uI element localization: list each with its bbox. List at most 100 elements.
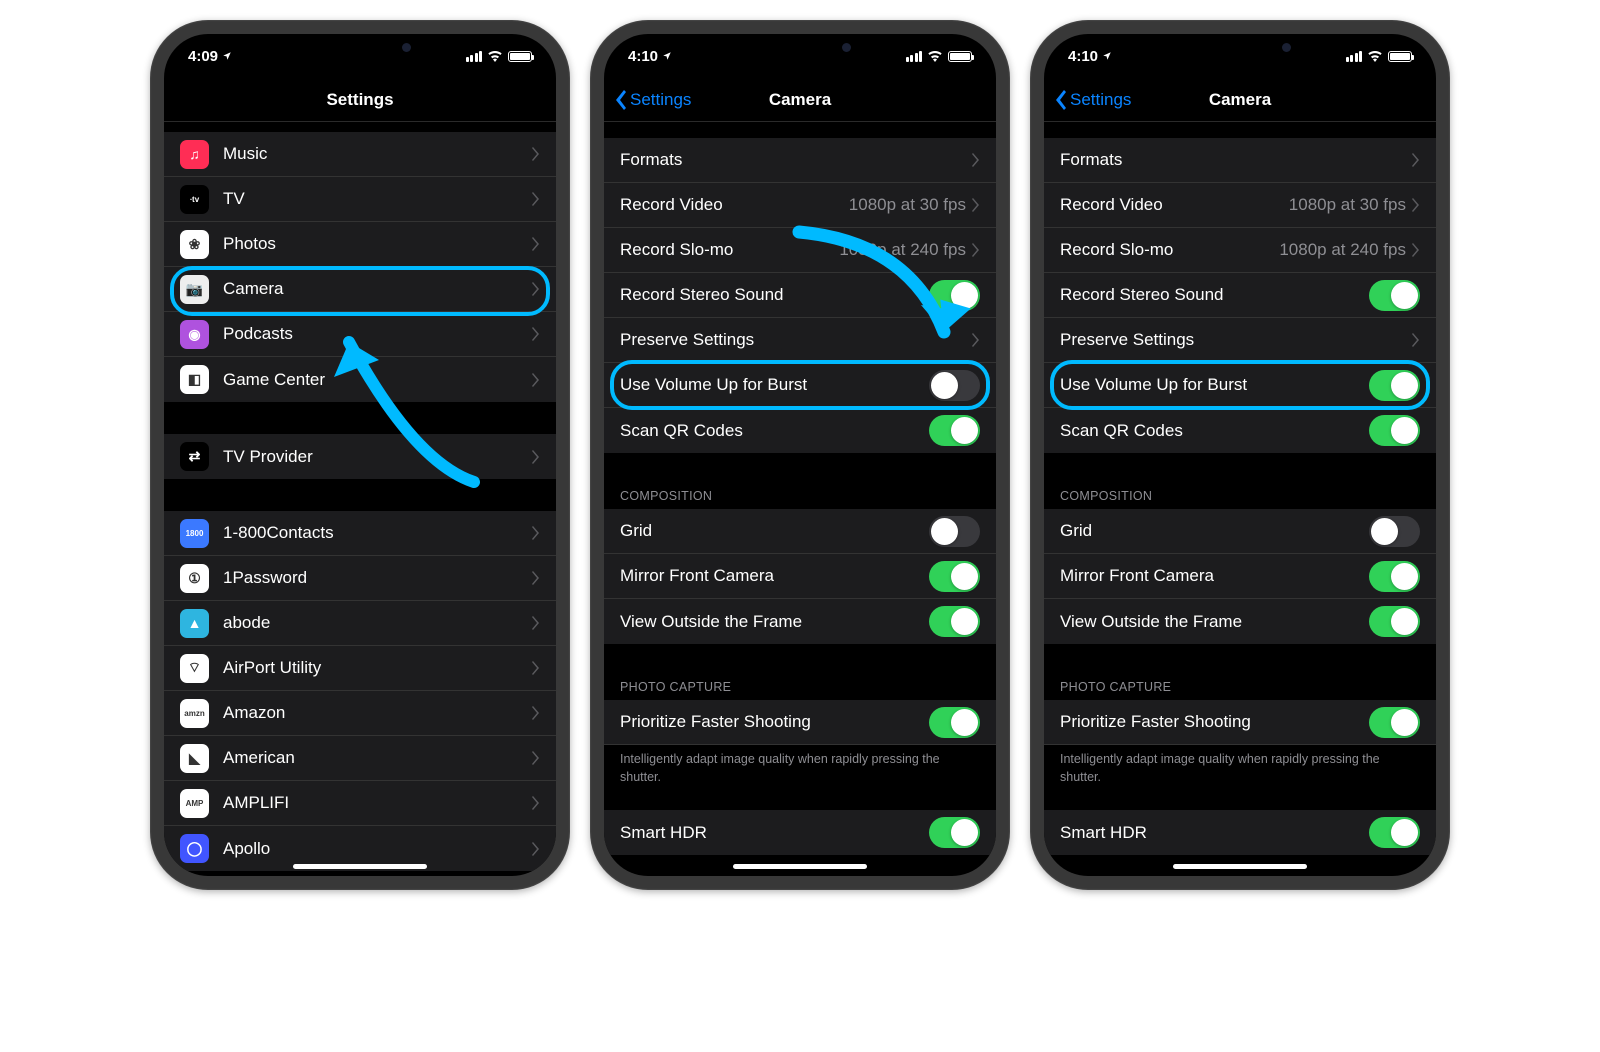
row-view-outside[interactable]: View Outside the Frame [1044,599,1436,644]
settings-row-camera[interactable]: 📷Camera [164,267,556,312]
home-indicator[interactable] [293,864,427,869]
row-smart-hdr[interactable]: Smart HDR [604,810,996,855]
row-label: 1Password [223,568,532,588]
row-record-slomo[interactable]: Record Slo-mo1080p at 240 fps [604,228,996,273]
chevron-right-icon [972,153,980,167]
row-grid[interactable]: Grid [604,509,996,554]
row-scan-qr[interactable]: Scan QR Codes [1044,408,1436,453]
status-time: 4:09 [188,48,218,65]
row-formats[interactable]: Formats [1044,138,1436,183]
toggle-grid[interactable] [1369,516,1420,547]
back-button[interactable]: Settings [604,90,691,110]
chevron-left-icon [1054,90,1066,110]
settings-row-podcasts[interactable]: ◉ Podcasts [164,312,556,357]
row-record-stereo[interactable]: Record Stereo Sound [604,273,996,318]
settings-row-tv[interactable]: ∙tvTV [164,177,556,222]
settings-list[interactable]: ♫Music∙tvTV❀Photos📷Camera ◉ Podcasts ◧Game … [164,122,556,876]
chevron-right-icon [532,327,540,341]
chevron-right-icon [972,333,980,347]
page-title: Settings [164,90,556,110]
toggle-volume-burst[interactable] [1369,370,1420,401]
signal-icon [1346,51,1363,62]
toggle-view-outside[interactable] [929,606,980,637]
row-label: TV [223,189,532,209]
row-record-stereo[interactable]: Record Stereo Sound [1044,273,1436,318]
settings-row-gamecenter[interactable]: ◧Game Center [164,357,556,402]
settings-row-abode[interactable]: ▲abode [164,601,556,646]
toggle-mirror-front[interactable] [1369,561,1420,592]
section-header-composition: COMPOSITION [1044,483,1436,509]
chevron-right-icon [532,450,540,464]
row-mirror-front[interactable]: Mirror Front Camera [604,554,996,599]
app-icon: ⇄ [180,442,209,471]
row-preserve-settings[interactable]: Preserve Settings [604,318,996,363]
chevron-right-icon [532,571,540,585]
wifi-icon [487,50,503,62]
settings-row-amazon[interactable]: amzn Amazon [164,691,556,736]
settings-row-airportutility[interactable]: ⌔AirPort Utility [164,646,556,691]
toggle-record-stereo[interactable] [1369,280,1420,311]
chevron-right-icon [1412,198,1420,212]
chevron-right-icon [532,147,540,161]
settings-row-amplifi[interactable]: AMP AMPLIFI [164,781,556,826]
toggle-grid[interactable] [929,516,980,547]
row-label: Apollo [223,839,532,859]
chevron-right-icon [532,282,540,296]
location-icon [662,51,672,61]
row-volume-burst[interactable]: Use Volume Up for Burst [604,363,996,408]
app-icon: amzn [180,699,209,728]
toggle-volume-burst[interactable] [929,370,980,401]
app-icon: ◯ [180,834,209,863]
row-volume-burst[interactable]: Use Volume Up for Burst [1044,363,1436,408]
row-label: AMPLIFI [223,793,532,813]
row-preserve-settings[interactable]: Preserve Settings [1044,318,1436,363]
row-record-video[interactable]: Record Video1080p at 30 fps [604,183,996,228]
back-label: Settings [630,90,691,110]
chevron-right-icon [1412,333,1420,347]
settings-row-1password[interactable]: ①1Password [164,556,556,601]
row-label: Photos [223,234,532,254]
settings-row-tvprovider[interactable]: ⇄ TV Provider [164,434,556,479]
home-indicator[interactable] [733,864,867,869]
row-label: Podcasts [223,324,532,344]
app-icon: 1800 [180,519,209,548]
chevron-right-icon [532,616,540,630]
toggle-mirror-front[interactable] [929,561,980,592]
row-scan-qr[interactable]: Scan QR Codes [604,408,996,453]
row-record-video[interactable]: Record Video1080p at 30 fps [1044,183,1436,228]
settings-row-music[interactable]: ♫Music [164,132,556,177]
row-prioritize-faster[interactable]: Prioritize Faster Shooting [1044,700,1436,745]
app-icon: AMP [180,789,209,818]
row-prioritize-faster[interactable]: Prioritize Faster Shooting [604,700,996,745]
row-formats[interactable]: Formats [604,138,996,183]
row-label: Amazon [223,703,532,723]
camera-settings-list[interactable]: FormatsRecord Video1080p at 30 fpsRecord… [604,122,996,876]
toggle-smart-hdr[interactable] [929,817,980,848]
toggle-scan-qr[interactable] [929,415,980,446]
toggle-scan-qr[interactable] [1369,415,1420,446]
app-icon: ◉ [180,320,209,349]
row-smart-hdr[interactable]: Smart HDR [1044,810,1436,855]
row-view-outside[interactable]: View Outside the Frame [604,599,996,644]
toggle-prioritize-faster[interactable] [1369,707,1420,738]
home-indicator[interactable] [1173,864,1307,869]
row-record-slomo[interactable]: Record Slo-mo1080p at 240 fps [1044,228,1436,273]
wifi-icon [927,50,943,62]
settings-row-photos[interactable]: ❀Photos [164,222,556,267]
settings-row-american[interactable]: ◣American [164,736,556,781]
toggle-prioritize-faster[interactable] [929,707,980,738]
toggle-record-stereo[interactable] [929,280,980,311]
row-label: TV Provider [223,447,532,467]
chevron-right-icon [532,661,540,675]
chevron-right-icon [532,842,540,856]
row-label: 1-800Contacts [223,523,532,543]
row-mirror-front[interactable]: Mirror Front Camera [1044,554,1436,599]
toggle-smart-hdr[interactable] [1369,817,1420,848]
toggle-view-outside[interactable] [1369,606,1420,637]
status-time: 4:10 [1068,48,1098,65]
settings-row-1800contacts[interactable]: 1800 1-800Contacts [164,511,556,556]
detail-value: 1080p at 30 fps [1289,195,1406,215]
row-grid[interactable]: Grid [1044,509,1436,554]
camera-settings-list[interactable]: FormatsRecord Video1080p at 30 fpsRecord… [1044,122,1436,876]
back-button[interactable]: Settings [1044,90,1131,110]
